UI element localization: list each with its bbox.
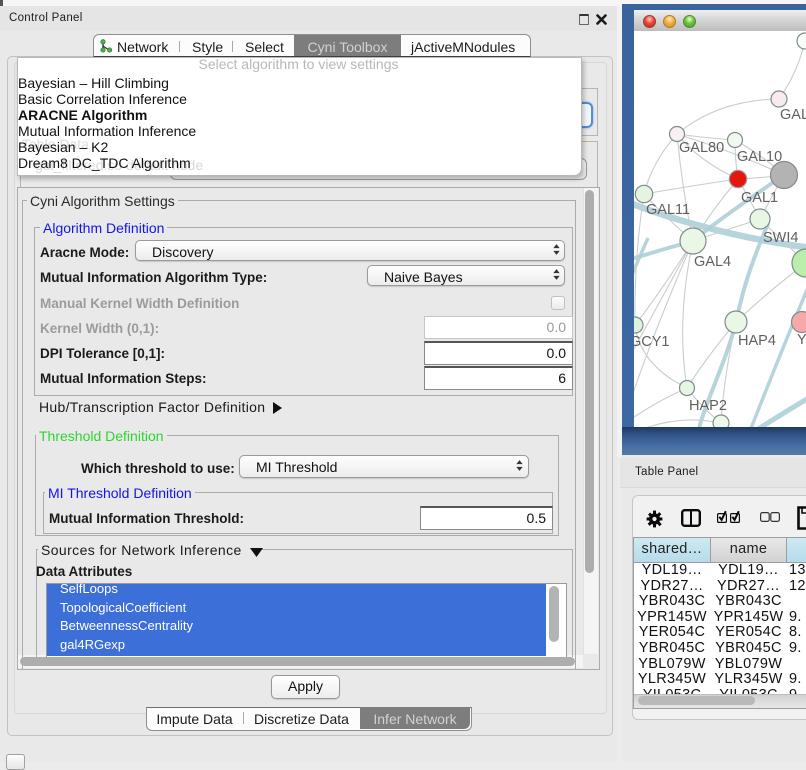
- svg-text:HAP4: HAP4: [738, 333, 776, 349]
- svg-text:GAL1: GAL1: [741, 190, 778, 206]
- svg-text:GAL10: GAL10: [737, 149, 782, 165]
- svg-text:GAL11: GAL11: [646, 202, 690, 218]
- svg-text:Y: Y: [797, 332, 806, 348]
- svg-text:GAL4: GAL4: [694, 254, 731, 270]
- svg-text:GAL80: GAL80: [679, 140, 724, 156]
- svg-text:GCY1: GCY1: [634, 334, 670, 350]
- svg-text:SWI4: SWI4: [763, 230, 798, 246]
- svg-text:HAP2: HAP2: [689, 398, 727, 414]
- svg-text:GAL: GAL: [780, 107, 806, 123]
